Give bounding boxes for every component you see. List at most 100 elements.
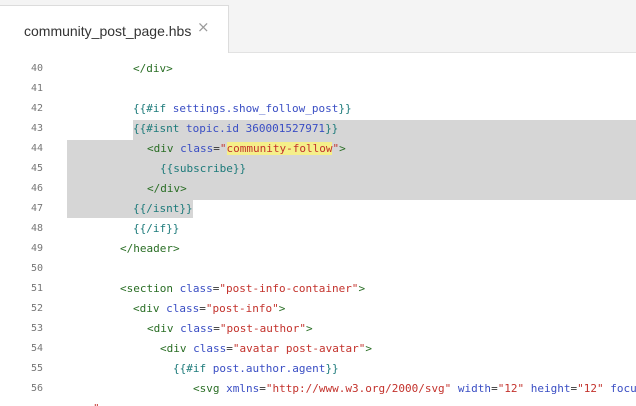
code-token: {{#isnt	[133, 122, 186, 135]
code-line[interactable]: 49 </header>	[0, 239, 636, 259]
code-token: "12"	[577, 382, 604, 395]
code-token: "post-info"	[205, 302, 279, 315]
code-token: =	[259, 382, 266, 395]
code-line[interactable]: 55 {{#if post.author.agent}}	[0, 359, 636, 379]
line-number: 54	[31, 343, 44, 354]
code-token: </div>	[133, 62, 173, 75]
code-line[interactable]: 51 <section class="post-info-container">	[0, 279, 636, 299]
code-token: {{#if	[173, 362, 213, 375]
code-text: {{#if settings.show_follow_post}}	[133, 99, 352, 119]
code-token: >	[305, 322, 313, 335]
code-line[interactable]: 46 </div>	[0, 179, 636, 199]
code-text: {{#if post.author.agent}}	[173, 359, 339, 379]
code-token: class	[180, 142, 214, 155]
code-line[interactable]: 48 {{/if}}	[0, 219, 636, 239]
code-line[interactable]: 52 <div class="post-info">	[0, 299, 636, 319]
line-number: 50	[31, 263, 44, 274]
code-token: "12"	[497, 382, 525, 395]
code-token: <div	[147, 322, 181, 335]
code-line[interactable]: 56 <svg xmlns="http://www.w3.org/2000/svg…	[0, 379, 636, 399]
code-token: width	[451, 382, 492, 395]
code-line[interactable]: 53 <div class="post-author">	[0, 319, 636, 339]
code-token: </header>	[120, 242, 180, 255]
code-token: >	[278, 302, 286, 315]
code-token: class	[166, 302, 200, 315]
code-text: </div>	[133, 59, 173, 79]
code-token: >	[365, 342, 372, 355]
line-number: 46	[31, 183, 44, 194]
code-token: class	[180, 322, 214, 335]
code-token: }}	[325, 362, 339, 375]
code-text: {{#isnt topic.id 360001527971}}	[133, 119, 338, 139]
code-text: </header>	[120, 239, 180, 259]
code-line[interactable]: 54 <div class="avatar post-avatar">	[0, 339, 636, 359]
line-number: 53	[31, 323, 44, 334]
code-token: <section	[120, 282, 180, 295]
line-number: 56	[31, 383, 44, 394]
code-token: {{subscribe}}	[160, 162, 247, 175]
code-token: </div>	[147, 182, 187, 195]
code-text: <div class="community-follow">	[147, 139, 346, 159]
code-text: </div>	[147, 179, 187, 199]
code-line[interactable]: 43 {{#isnt topic.id 360001527971}}	[0, 119, 636, 139]
line-number: 40	[31, 63, 44, 74]
code-token: "	[93, 402, 100, 406]
line-number: 44	[31, 143, 44, 154]
code-token: =	[226, 342, 233, 355]
highlighted-token: community-follow	[226, 142, 333, 155]
code-text: {{subscribe}}	[160, 159, 246, 179]
code-token: height	[524, 382, 571, 395]
code-line[interactable]: 45 {{subscribe}}	[0, 159, 636, 179]
code-area[interactable]: 40 </div> 41 42 {{#if settings.show_follow_p…	[0, 53, 636, 406]
code-token: =	[491, 382, 498, 395]
line-number: 48	[31, 223, 44, 234]
code-token: class	[179, 282, 213, 295]
code-token: "http://www.w3.org/2000/svg"	[265, 382, 452, 395]
code-line[interactable]: 41	[0, 79, 636, 99]
line-number: 49	[31, 243, 44, 254]
code-text: "	[93, 399, 100, 406]
code-text: {{/isnt}}	[133, 199, 193, 219]
code-token: {{#if	[133, 102, 173, 115]
code-token: }}	[325, 122, 339, 135]
code-text: <div class="avatar post-avatar">	[160, 339, 372, 359]
code-token: }}	[338, 102, 352, 115]
line-number: 55	[31, 363, 44, 374]
code-token: =	[213, 142, 220, 155]
line-number: 45	[31, 163, 44, 174]
code-token: =	[199, 302, 206, 315]
code-line[interactable]: "	[0, 399, 636, 406]
code-token: focu	[603, 382, 636, 395]
code-token: <div	[133, 302, 167, 315]
code-text: <div class="post-author">	[147, 319, 313, 339]
code-token: =	[213, 322, 220, 335]
code-token: {{/isnt}}	[133, 202, 193, 215]
code-token: topic.id 360001527971	[185, 122, 326, 135]
line-number: 43	[31, 123, 44, 134]
tab-community-post-page[interactable]: community_post_page.hbs ×	[0, 5, 229, 53]
line-number: 41	[31, 83, 44, 94]
code-token: <svg	[193, 382, 227, 395]
code-token: settings.show_follow_post	[172, 102, 339, 115]
code-text: <section class="post-info-container">	[120, 279, 365, 299]
code-token: xmlns	[226, 382, 260, 395]
code-token: >	[339, 142, 346, 155]
code-token: "	[219, 142, 227, 155]
code-token: post.author.agent	[212, 362, 326, 375]
code-token: class	[193, 342, 227, 355]
code-line[interactable]: 44 <div class="community-follow">	[0, 139, 636, 159]
code-text: <div class="post-info">	[133, 299, 285, 319]
code-line[interactable]: 42 {{#if settings.show_follow_post}}	[0, 99, 636, 119]
tab-filename: community_post_page.hbs	[24, 23, 192, 39]
code-line[interactable]: 47 {{/isnt}}	[0, 199, 636, 219]
code-text: {{/if}}	[133, 219, 179, 239]
code-line[interactable]: 40 </div>	[0, 59, 636, 79]
code-token: "post-info-container"	[219, 282, 359, 295]
close-icon[interactable]: ×	[197, 20, 210, 35]
code-token: "post-author"	[219, 322, 306, 335]
line-number: 52	[31, 303, 44, 314]
code-line[interactable]: 50	[0, 259, 636, 279]
code-token: "avatar post-avatar"	[232, 342, 366, 355]
line-number: 42	[31, 103, 44, 114]
line-number: 51	[31, 283, 44, 294]
